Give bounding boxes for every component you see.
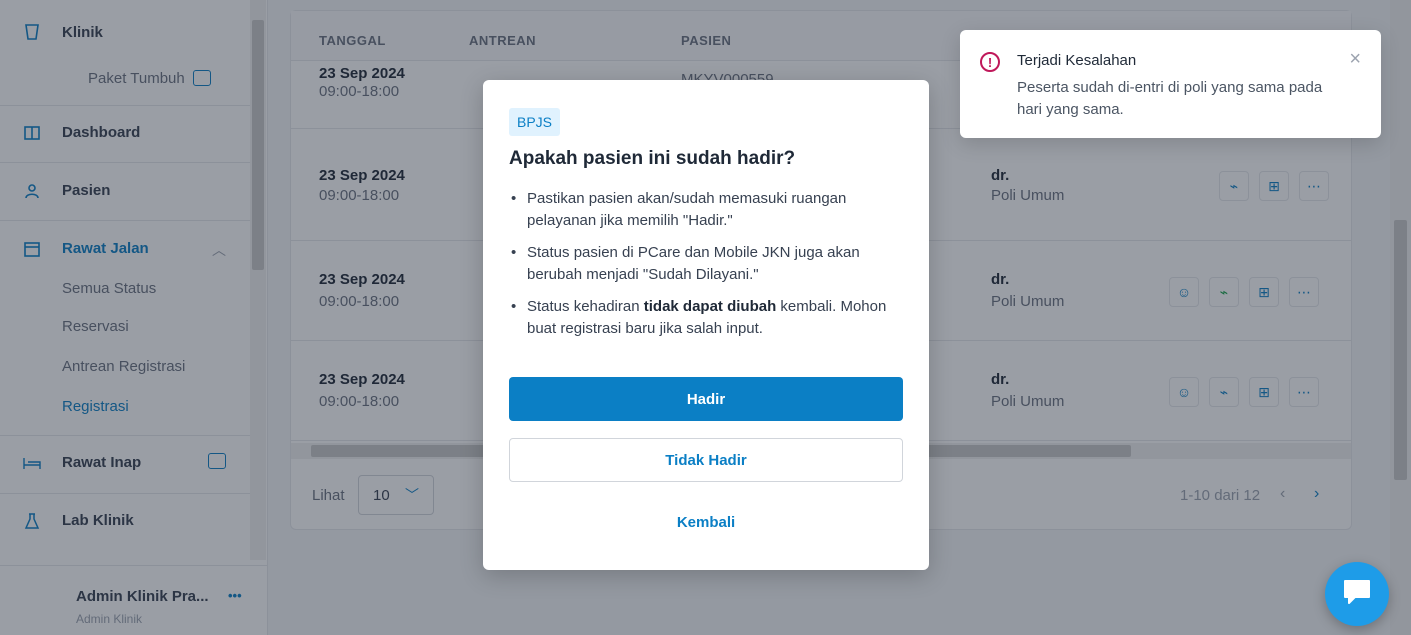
- close-icon[interactable]: ×: [1349, 48, 1361, 71]
- kembali-button[interactable]: Kembali: [509, 504, 903, 540]
- info-item: Status kehadiran tidak dapat diubah kemb…: [509, 296, 909, 340]
- toast-title: Terjadi Kesalahan: [1017, 52, 1137, 69]
- chat-icon: [1341, 577, 1373, 612]
- error-icon: !: [980, 52, 1000, 72]
- modal-info-list: Pastikan pasien akan/sudah memasuki ruan…: [509, 188, 909, 350]
- modal-title: Apakah pasien ini sudah hadir?: [509, 148, 796, 169]
- bpjs-badge: BPJS: [509, 108, 561, 136]
- info-item: Pastikan pasien akan/sudah memasuki ruan…: [509, 188, 909, 232]
- attendance-modal: BPJS Apakah pasien ini sudah hadir? Past…: [483, 80, 929, 570]
- chat-button[interactable]: [1325, 562, 1389, 626]
- hadir-button[interactable]: Hadir: [509, 377, 903, 421]
- tidak-hadir-button[interactable]: Tidak Hadir: [509, 438, 903, 482]
- toast-message: Peserta sudah di-entri di poli yang sama…: [1017, 79, 1323, 118]
- error-toast: ! Terjadi Kesalahan Peserta sudah di-ent…: [960, 30, 1381, 138]
- info-item: Status pasien di PCare dan Mobile JKN ju…: [509, 242, 909, 286]
